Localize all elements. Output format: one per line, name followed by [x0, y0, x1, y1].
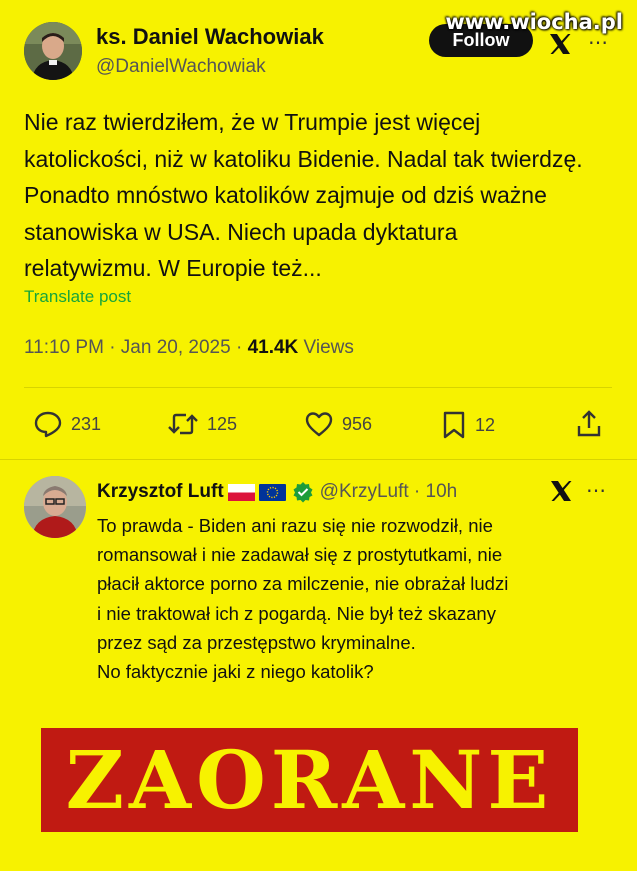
post-timestamp[interactable]: 11:10 PM · Jan 20, 2025 ·: [24, 337, 248, 358]
site-watermark: www.wiocha.pl: [445, 10, 623, 34]
reply-text-line: i nie traktował ich z pogardą. Nie był t…: [97, 602, 496, 624]
reply-text-line: romansował i nie zadawał się z prostytut…: [97, 544, 503, 566]
poland-flag-icon: [227, 483, 255, 501]
author-name[interactable]: ks. Daniel Wachowiak: [96, 24, 324, 50]
reply-count: 231: [71, 413, 102, 434]
bookmark-button[interactable]: 12: [441, 410, 495, 440]
reply-handle-time[interactable]: @KrzyLuft · 10h: [320, 481, 458, 503]
like-count: 956: [342, 413, 373, 434]
x-logo-icon: [548, 33, 572, 60]
views-count: 41.4K: [247, 337, 299, 358]
share-button[interactable]: [576, 409, 602, 444]
bookmark-count: 12: [475, 414, 496, 435]
repost-icon: [168, 413, 198, 435]
reply-author-avatar[interactable]: [24, 476, 86, 538]
verified-badge-icon: [293, 482, 313, 503]
like-button[interactable]: 956: [304, 410, 372, 438]
x-logo-icon: [549, 480, 573, 507]
translate-post-link[interactable]: Translate post: [24, 287, 131, 307]
eu-flag-icon: [258, 483, 286, 501]
reply-text-line: To prawda - Biden ani razu się nie rozwo…: [97, 515, 493, 536]
reply-text-line: płacił aktorce porno za milczenie, nie o…: [97, 573, 509, 595]
post-text: Nie raz twierdziłem, że w Trumpie jest w…: [24, 109, 583, 281]
reply-more-options-icon[interactable]: ⋯: [586, 478, 606, 503]
section-divider: [0, 459, 637, 460]
repost-count: 125: [207, 413, 238, 434]
zaorane-stamp: ZAORANE: [41, 728, 578, 832]
reply-header: Krzysztof Luft @KrzyLuft · 10h: [97, 481, 457, 503]
author-avatar[interactable]: [24, 22, 82, 80]
reply-text: To prawda - Biden ani razu się nie rozwo…: [97, 511, 607, 686]
heart-icon: [305, 412, 333, 437]
repost-button[interactable]: 125: [167, 410, 237, 438]
reply-author-name[interactable]: Krzysztof Luft: [97, 481, 224, 503]
reply-text-line: No faktycznie jaki z niego katolik?: [97, 661, 374, 683]
reply-icon: [34, 411, 62, 438]
views-label: Views: [298, 337, 354, 358]
author-handle[interactable]: @DanielWachowiak: [96, 56, 266, 78]
share-icon: [577, 410, 601, 437]
reply-text-line: przez sąd za przestępstwo kryminalne.: [97, 631, 416, 653]
reply-button[interactable]: 231: [33, 410, 101, 438]
bookmark-icon: [443, 411, 465, 439]
divider: [24, 387, 612, 388]
post-meta: 11:10 PM · Jan 20, 2025 · 41.4K Views: [24, 337, 354, 359]
